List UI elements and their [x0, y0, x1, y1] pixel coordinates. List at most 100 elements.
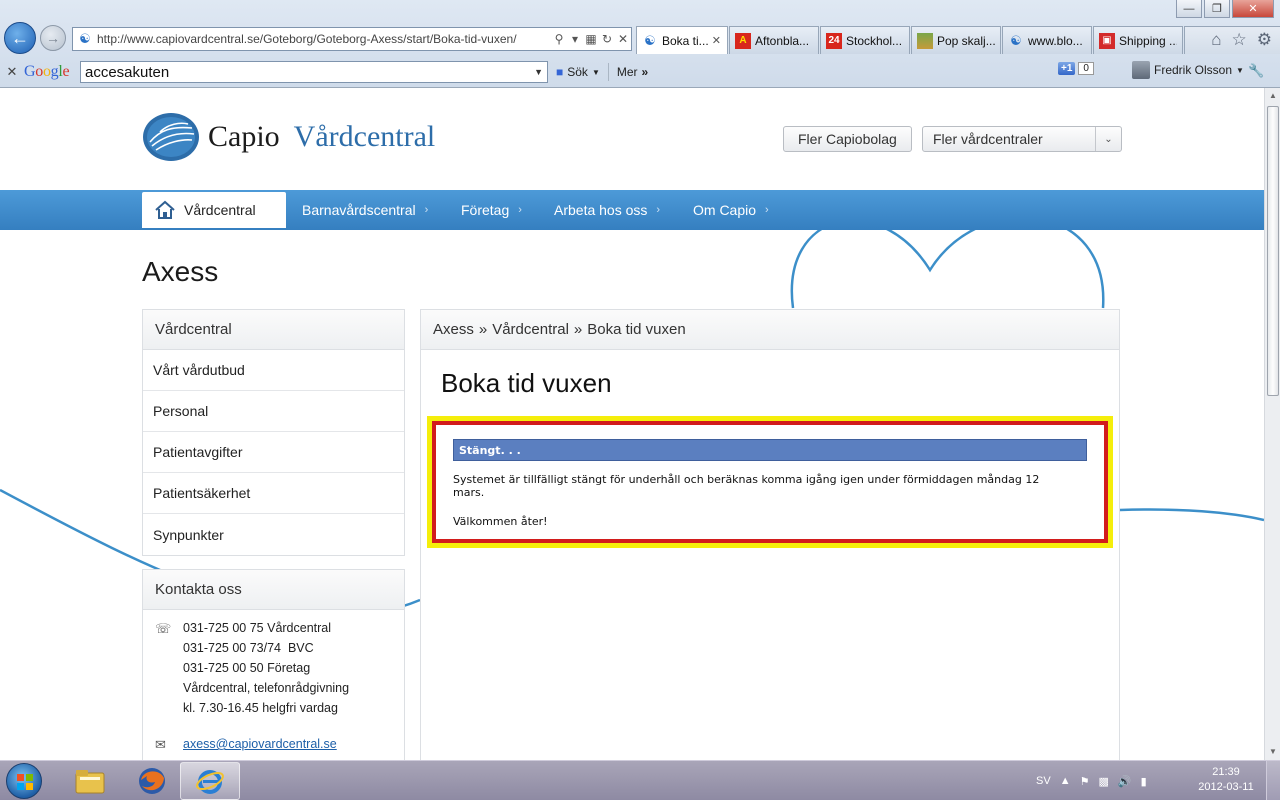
plus-one-button[interactable]: +1 0 — [1058, 62, 1094, 75]
search-icon[interactable]: ⚲ — [551, 32, 567, 46]
address-bar[interactable]: ☯ http://www.capiovardcentral.se/Gotebor… — [72, 27, 632, 51]
nav-label: Arbeta hos oss — [554, 202, 648, 218]
sidebar-item-personal[interactable]: Personal — [143, 391, 404, 432]
taskbar-explorer[interactable] — [60, 762, 120, 800]
nav-label: Vårdcentral — [184, 202, 256, 218]
language-indicator[interactable]: SV — [1036, 775, 1051, 787]
show-desktop-button[interactable] — [1266, 761, 1280, 800]
browser-chrome: — ❐ ✕ ← → ☯ http://www.capiovardcentral.… — [0, 0, 1280, 88]
restore-button[interactable]: ❐ — [1204, 0, 1230, 18]
scroll-up-icon[interactable]: ▲ — [1265, 88, 1280, 104]
minimize-button[interactable]: — — [1176, 0, 1202, 18]
google-search-icon: ■ — [556, 65, 564, 79]
contact-phones: ☏ 031-725 00 75 Vårdcentral 031-725 00 7… — [143, 618, 404, 718]
start-button[interactable] — [6, 763, 42, 799]
nav-label: Barnavårdscentral — [302, 202, 416, 218]
compat-view-icon[interactable]: ▦ — [583, 32, 599, 46]
toolbar-divider — [607, 63, 609, 81]
taskbar-internet-explorer[interactable] — [180, 762, 240, 800]
firefox-icon — [139, 768, 165, 794]
tab-label: Shipping ... — [1119, 33, 1177, 48]
scrollbar-thumb[interactable] — [1267, 106, 1279, 396]
nav-item-arbeta-hos-oss[interactable]: Arbeta hos oss › — [554, 190, 660, 230]
taskbar-firefox[interactable] — [122, 762, 182, 800]
page-scrollbar[interactable]: ▲ ▼ — [1264, 88, 1280, 760]
tab-blog[interactable]: ☯ www.blo... — [1002, 26, 1092, 54]
web-page: Capio Vårdcentral Fler Capiobolag Fler v… — [0, 88, 1264, 760]
sidebar-item-synpunkter[interactable]: Synpunkter — [143, 514, 404, 555]
tab-aftonbladet[interactable]: A Aftonbla... — [729, 26, 819, 54]
notice-box: Stängt. . . Systemet är tillfälligt stän… — [432, 421, 1108, 543]
nav-label: Om Capio — [693, 202, 757, 218]
google-logo: Google — [24, 63, 70, 80]
wrench-icon[interactable]: 🔧 — [1248, 63, 1264, 79]
breadcrumb-vardcentral[interactable]: Vårdcentral — [492, 321, 569, 338]
device-icon[interactable]: ▩ — [1098, 775, 1108, 788]
sidebar-item-patientsakerhet[interactable]: Patientsäkerhet — [143, 473, 404, 514]
main-content: Axess » Vårdcentral » Boka tid vuxen Bok… — [420, 309, 1120, 760]
close-toolbar-icon[interactable]: ✕ — [0, 64, 24, 80]
tab-label: Boka ti... — [662, 33, 709, 48]
home-icon — [155, 200, 175, 219]
contact-title: Kontakta oss — [143, 570, 404, 610]
system-tray: SV ▲ ⚑ ▩ 🔊 ▮ — [1036, 761, 1147, 800]
user-menu[interactable]: Fredrik Olsson ▼ — [1132, 61, 1244, 79]
chevron-down-icon: ▼ — [1236, 65, 1244, 75]
breadcrumb-axess[interactable]: Axess — [433, 321, 474, 338]
google-search-button[interactable]: ■ Sök ▼ — [556, 65, 600, 79]
nav-item-om-capio[interactable]: Om Capio › — [693, 190, 769, 230]
sidebar-item-patientavgifter[interactable]: Patientavgifter — [143, 432, 404, 473]
ie-icon: ☯ — [644, 32, 656, 48]
home-icon[interactable]: ⌂ — [1211, 30, 1221, 50]
close-tab-icon[interactable]: ✕ — [712, 34, 721, 47]
more-button[interactable]: Mer » — [617, 65, 648, 79]
contact-box: Kontakta oss ☏ 031-725 00 75 Vårdcentral… — [142, 569, 405, 760]
fler-capiobolag-button[interactable]: Fler Capiobolag — [783, 126, 912, 152]
google-toolbar: ✕ Google accesakuten ▼ ■ Sök ▼ Mer » +1 … — [0, 58, 1280, 86]
site-logo[interactable]: Capio Vårdcentral — [142, 112, 435, 162]
chevron-down-icon[interactable]: ⌄ — [1095, 127, 1121, 151]
mail-icon: ✉ — [155, 737, 166, 752]
more-label: Mer — [616, 65, 638, 79]
clock[interactable]: 21:39 2012-03-11 — [1196, 765, 1256, 795]
tab-label: Aftonbla... — [755, 33, 810, 48]
chevron-down-icon[interactable]: ▾ — [567, 32, 583, 46]
tab-label: Stockhol... — [846, 33, 903, 48]
tab-shipping[interactable]: ▣ Shipping ... — [1093, 26, 1183, 54]
nav-item-foretag[interactable]: Företag › — [461, 190, 522, 230]
refresh-icon[interactable]: ↻ — [599, 32, 615, 46]
tab-pop-skalj[interactable]: Pop skalj... — [911, 26, 1001, 54]
close-window-button[interactable]: ✕ — [1232, 0, 1274, 18]
24-icon: 24 — [826, 32, 842, 49]
clock-time: 21:39 — [1212, 766, 1240, 778]
favorites-star-icon[interactable]: ☆ — [1232, 30, 1247, 50]
chevron-down-icon[interactable]: ▼ — [534, 67, 543, 77]
volume-icon[interactable]: 🔊 — [1118, 775, 1132, 788]
address-url[interactable]: http://www.capiovardcentral.se/Goteborg/… — [97, 32, 551, 46]
breadcrumb: Axess » Vårdcentral » Boka tid vuxen — [421, 310, 1119, 350]
breadcrumb-current: Boka tid vuxen — [587, 321, 686, 338]
contact-email-link[interactable]: axess@capiovardcentral.se — [183, 737, 337, 751]
fler-vardcentraler-value: Fler vårdcentraler — [933, 131, 1043, 147]
plus-one-count: 0 — [1078, 62, 1094, 75]
folder-icon — [75, 770, 105, 794]
show-hidden-icons-icon[interactable]: ▲ — [1060, 775, 1071, 787]
forward-button[interactable]: → — [40, 25, 66, 51]
gear-icon[interactable]: ⚙ — [1257, 30, 1272, 50]
sidebar-item-vart-vardutbud[interactable]: Vårt vårdutbud — [143, 350, 404, 391]
stop-icon[interactable]: ✕ — [615, 32, 631, 46]
google-search-input[interactable]: accesakuten ▼ — [80, 61, 548, 83]
action-center-flag-icon[interactable]: ⚑ — [1080, 775, 1090, 788]
tab-stockholm[interactable]: 24 Stockhol... — [820, 26, 910, 54]
network-signal-icon[interactable]: ▮ — [1141, 775, 1147, 788]
back-button[interactable]: ← — [4, 22, 36, 54]
nav-item-barnavardscentral[interactable]: Barnavårdscentral › — [302, 190, 428, 230]
fler-vardcentraler-select[interactable]: Fler vårdcentraler ⌄ — [922, 126, 1122, 152]
tab-boka-tid[interactable]: ☯ Boka ti... ✕ — [636, 26, 728, 54]
double-chevron-icon: » — [641, 65, 649, 79]
avatar — [1132, 61, 1150, 79]
nav-item-vardcentral[interactable]: Vårdcentral — [142, 192, 286, 228]
contact-email-row: ✉ axess@capiovardcentral.se — [143, 734, 404, 754]
contact-line: kl. 7.30-16.45 helgfri vardag — [183, 701, 338, 715]
scroll-down-icon[interactable]: ▼ — [1265, 744, 1280, 760]
